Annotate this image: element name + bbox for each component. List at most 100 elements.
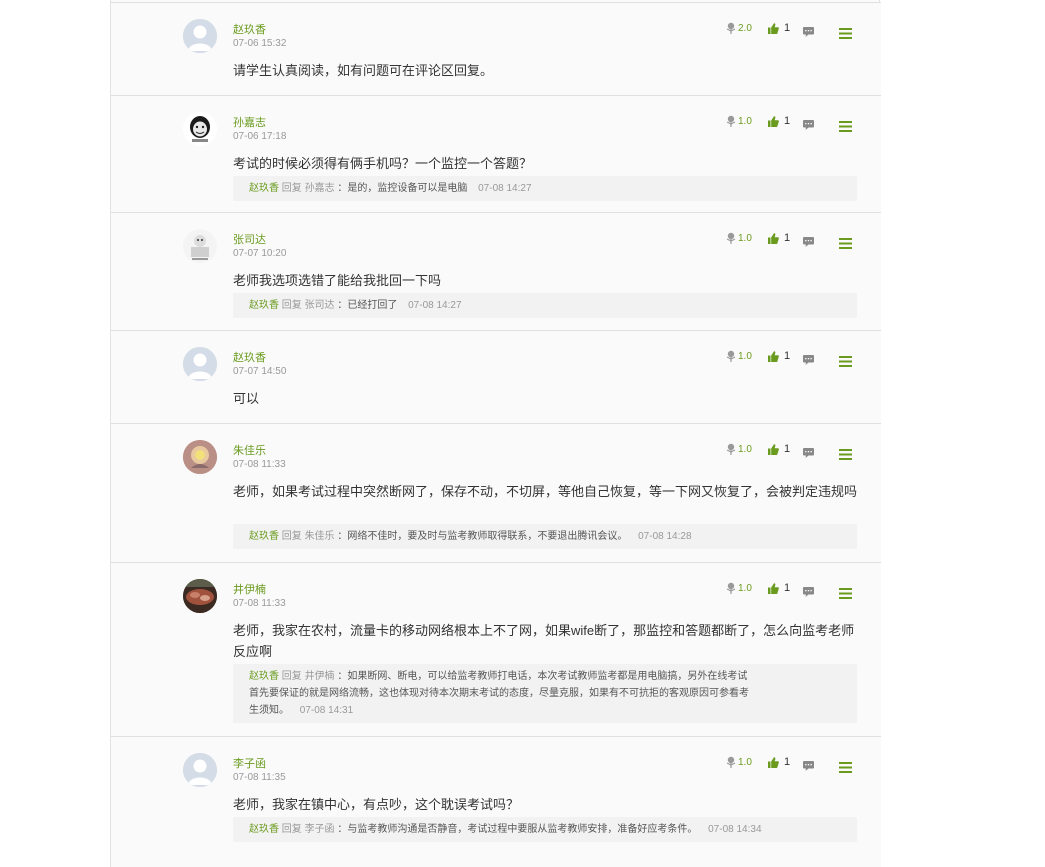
like-count: 1 xyxy=(784,756,791,768)
comment-time: 07-07 10:20 xyxy=(233,248,287,259)
score[interactable]: 1.0 xyxy=(726,443,752,455)
user-name[interactable]: 朱佳乐 xyxy=(233,442,266,458)
comment-time: 07-06 17:18 xyxy=(233,131,287,142)
menu-button[interactable] xyxy=(839,236,852,254)
score-value: 2.0 xyxy=(738,22,752,34)
message-icon xyxy=(803,448,814,458)
message-button[interactable] xyxy=(803,117,814,135)
reply-author[interactable]: 赵玖香 xyxy=(249,824,279,835)
reply-word: 回复 xyxy=(281,671,302,682)
flower-icon xyxy=(726,22,736,34)
message-button[interactable] xyxy=(803,352,814,370)
reply-time: 07-08 14:28 xyxy=(638,531,692,542)
score-value: 1.0 xyxy=(738,350,752,362)
message-icon xyxy=(803,27,814,37)
menu-button[interactable] xyxy=(839,447,852,465)
reply-sep: ： xyxy=(337,300,348,311)
message-button[interactable] xyxy=(803,234,814,252)
score-value: 1.0 xyxy=(738,756,752,768)
reply-target[interactable]: 朱佳乐 xyxy=(305,531,335,542)
reply-author[interactable]: 赵玖香 xyxy=(249,671,279,682)
comment-time: 07-07 14:50 xyxy=(233,366,287,377)
avatar[interactable] xyxy=(183,753,217,787)
comment-list: 赵玖香 07-06 15:32 请学生认真阅读，如有问题可在评论区回复。 2.0… xyxy=(110,0,881,867)
message-button[interactable] xyxy=(803,24,814,42)
reply-text: 与监考教师沟通是否静音，考试过程中要服从监考教师安排，准备好应考条件。 xyxy=(347,824,698,835)
like-button[interactable]: 1 xyxy=(768,443,790,455)
message-icon xyxy=(803,761,814,771)
reply-target[interactable]: 张司达 xyxy=(305,300,335,311)
reply-time: 07-08 14:31 xyxy=(299,705,354,716)
menu-button[interactable] xyxy=(839,119,852,137)
thumbs-up-icon xyxy=(768,756,779,768)
menu-button[interactable] xyxy=(839,354,852,372)
like-button[interactable]: 1 xyxy=(768,115,790,127)
like-button[interactable]: 1 xyxy=(768,22,790,34)
like-button[interactable]: 1 xyxy=(768,350,790,362)
comment-item: 李子函 07-08 11:35 老师，我家在镇中心，有点吵，这个耽误考试吗？ 1… xyxy=(111,736,881,867)
comment-time: 07-08 11:35 xyxy=(233,772,286,783)
user-name[interactable]: 孙嘉志 xyxy=(233,114,266,130)
reply-author[interactable]: 赵玖香 xyxy=(249,183,279,194)
flower-icon xyxy=(726,582,736,594)
message-button[interactable] xyxy=(803,758,814,776)
like-count: 1 xyxy=(784,232,791,244)
reply-target[interactable]: 孙嘉志 xyxy=(305,183,335,194)
reply-box: 赵玖香 回复 张司达 ：已经打回了 07-08 14:27 xyxy=(233,293,857,318)
thumbs-up-icon xyxy=(768,350,779,362)
reply-box: 赵玖香 回复 李子函 ：与监考教师沟通是否静音，考试过程中要服从监考教师安排，准… xyxy=(233,817,857,842)
reply-word: 回复 xyxy=(281,824,302,835)
comment-text: 考试的时候必须得有俩手机吗？一个监控一个答题？ xyxy=(233,156,533,171)
message-icon xyxy=(803,120,814,130)
reply-text: 网络不佳时，要及时与监考教师取得联系，不要退出腾讯会议。 xyxy=(347,531,628,542)
flower-icon xyxy=(726,232,736,244)
thumbs-up-icon xyxy=(768,582,779,594)
thumbs-up-icon xyxy=(768,232,779,244)
score[interactable]: 2.0 xyxy=(726,22,752,34)
score[interactable]: 1.0 xyxy=(726,115,752,127)
like-button[interactable]: 1 xyxy=(768,232,790,244)
user-name[interactable]: 张司达 xyxy=(233,231,266,247)
reply-word: 回复 xyxy=(281,300,302,311)
menu-button[interactable] xyxy=(839,586,852,604)
avatar[interactable] xyxy=(183,347,217,381)
avatar[interactable] xyxy=(183,112,217,146)
menu-button[interactable] xyxy=(839,760,852,778)
score-value: 1.0 xyxy=(738,232,752,244)
user-name[interactable]: 李子函 xyxy=(233,755,266,771)
score[interactable]: 1.0 xyxy=(726,582,752,594)
comment-item: 孙嘉志 07-06 17:18 考试的时候必须得有俩手机吗？一个监控一个答题？ … xyxy=(111,95,881,213)
like-button[interactable]: 1 xyxy=(768,582,790,594)
score[interactable]: 1.0 xyxy=(726,232,752,244)
like-button[interactable]: 1 xyxy=(768,756,790,768)
comment-item: 赵玖香 07-06 15:32 请学生认真阅读，如有问题可在评论区回复。 2.0… xyxy=(111,2,881,96)
score[interactable]: 1.0 xyxy=(726,350,752,362)
avatar[interactable] xyxy=(183,229,217,263)
user-name[interactable]: 赵玖香 xyxy=(233,349,266,365)
thumbs-up-icon xyxy=(768,443,779,455)
comment-item: 赵玖香 07-07 14:50 可以 1.0 1 xyxy=(111,330,881,424)
avatar[interactable] xyxy=(183,19,217,53)
menu-button[interactable] xyxy=(839,26,852,44)
reply-word: 回复 xyxy=(281,531,302,542)
user-name[interactable]: 赵玖香 xyxy=(233,21,266,37)
thumbs-up-icon xyxy=(768,115,779,127)
flower-icon xyxy=(726,443,736,455)
comment-text: 老师，我家在农村，流量卡的移动网络根本上不了网，如果wife断了，那监控和答题都… xyxy=(233,623,855,659)
reply-target[interactable]: 李子函 xyxy=(305,824,335,835)
reply-time: 07-08 14:27 xyxy=(408,300,462,311)
like-count: 1 xyxy=(784,443,791,455)
reply-author[interactable]: 赵玖香 xyxy=(249,300,279,311)
reply-time: 07-08 14:34 xyxy=(708,824,762,835)
comment-time: 07-08 11:33 xyxy=(233,598,286,609)
reply-author[interactable]: 赵玖香 xyxy=(249,531,279,542)
like-count: 1 xyxy=(784,115,791,127)
message-button[interactable] xyxy=(803,445,814,463)
score[interactable]: 1.0 xyxy=(726,756,752,768)
reply-target[interactable]: 井伊楠 xyxy=(305,671,335,682)
avatar[interactable] xyxy=(183,440,217,474)
user-name[interactable]: 井伊楠 xyxy=(233,581,266,597)
avatar[interactable] xyxy=(183,579,217,613)
message-button[interactable] xyxy=(803,584,814,602)
comment-item: 张司达 07-07 10:20 老师我选项选错了能给我批回一下吗 1.0 1 赵… xyxy=(111,212,881,331)
